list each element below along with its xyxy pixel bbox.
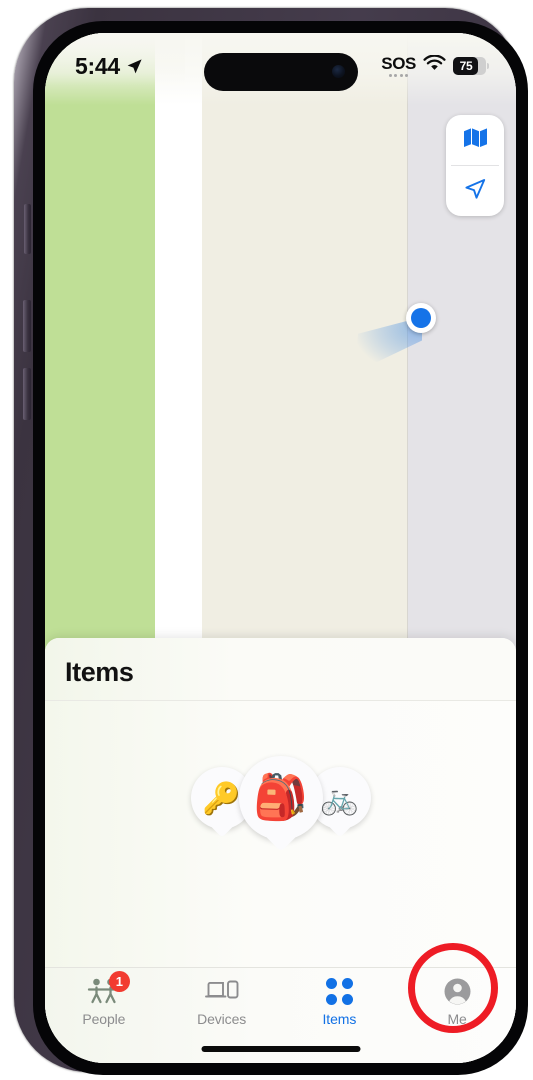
recenter-button[interactable] xyxy=(446,166,504,216)
battery-indicator: 75 xyxy=(453,57,489,75)
people-badge: 1 xyxy=(108,971,130,992)
tab-items-label: Items xyxy=(322,1011,357,1027)
phone-frame: 5:44 SOS 75 Items 🔑 🎒 🚲 1 People Devices… xyxy=(14,8,528,1075)
folded-map-icon xyxy=(463,127,488,153)
tab-items[interactable]: Items xyxy=(281,976,399,1027)
tab-people[interactable]: 1 People xyxy=(45,971,163,1027)
status-time: 5:44 xyxy=(75,52,120,79)
front-camera-icon xyxy=(331,65,345,78)
tab-devices[interactable]: Devices xyxy=(163,976,281,1027)
page-title: Items xyxy=(65,657,134,687)
tab-devices-label: Devices xyxy=(197,1011,247,1027)
volume-up-button[interactable] xyxy=(23,300,31,352)
phone-screen: 5:44 SOS 75 Items 🔑 🎒 🚲 1 People Devices… xyxy=(45,33,516,1063)
wifi-icon xyxy=(423,54,446,77)
four-dots-icon xyxy=(325,976,353,1006)
tab-me[interactable]: Me xyxy=(398,976,516,1027)
volume-down-button[interactable] xyxy=(23,368,31,420)
backpack-item-pin[interactable]: 🎒 xyxy=(238,756,323,840)
sheet-header: Items xyxy=(45,638,516,701)
battery-fill: 75 xyxy=(453,57,478,75)
user-location-dot[interactable] xyxy=(406,303,436,333)
laptop-phone-icon xyxy=(204,976,240,1006)
tab-me-label: Me xyxy=(447,1011,467,1027)
backpack-icon: 🎒 xyxy=(253,773,308,822)
map-block-edge xyxy=(407,33,408,673)
item-pin-cluster: 🔑 🎒 🚲 xyxy=(45,756,516,840)
map-road xyxy=(155,33,202,673)
location-arrow-icon xyxy=(126,58,143,75)
tab-people-label: People xyxy=(82,1011,126,1027)
person-circle-icon xyxy=(444,976,471,1006)
two-people-icon: 1 xyxy=(87,971,130,1006)
dynamic-island[interactable] xyxy=(203,53,358,91)
sos-indicator: SOS xyxy=(381,55,416,77)
sos-label: SOS xyxy=(381,54,416,73)
home-indicator[interactable] xyxy=(201,1046,360,1052)
cellular-dots xyxy=(388,74,409,77)
map-park-area xyxy=(45,33,155,673)
bicycle-icon: 🚲 xyxy=(320,780,359,816)
status-indicators: SOS 75 xyxy=(381,54,489,77)
map-layers-button[interactable] xyxy=(446,115,504,165)
map-controls xyxy=(446,115,504,216)
battery-level: 75 xyxy=(459,59,473,73)
battery-tip xyxy=(486,63,489,69)
key-icon: 🔑 xyxy=(202,780,241,816)
location-arrow-outline-icon xyxy=(463,177,487,206)
ring-silent-switch[interactable] xyxy=(24,204,31,254)
